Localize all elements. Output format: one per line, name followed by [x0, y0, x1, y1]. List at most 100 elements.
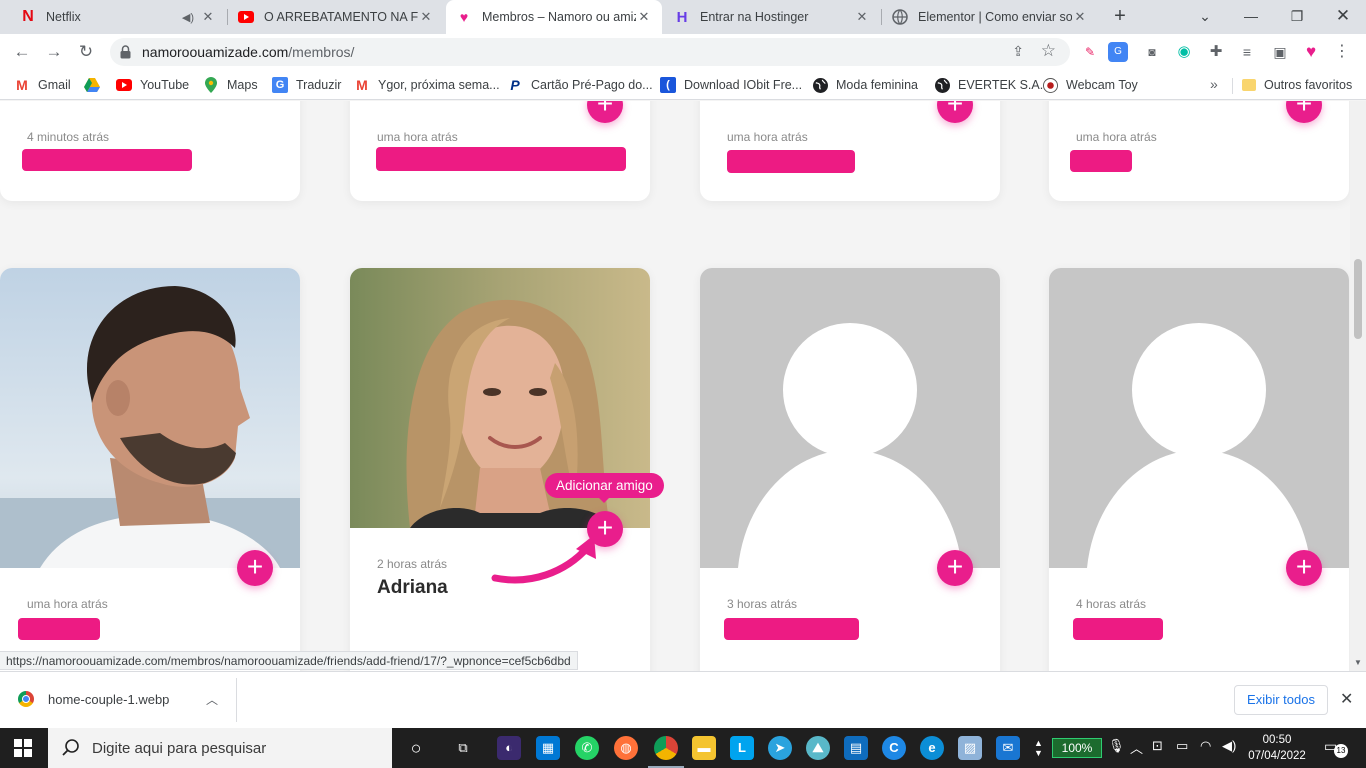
- minimize-button[interactable]: —: [1228, 0, 1274, 34]
- whatsapp-icon[interactable]: ✆: [575, 736, 599, 760]
- member-name-redacted[interactable]: [18, 618, 100, 640]
- bookmark-ygor[interactable]: M Ygor, próxima sema...: [354, 76, 499, 94]
- close-icon[interactable]: ✕: [636, 9, 652, 25]
- member-card[interactable]: + uma hora atrás: [350, 101, 650, 201]
- show-all-downloads-button[interactable]: Exibir todos: [1234, 685, 1328, 715]
- menu-kebab-icon[interactable]: ⋮: [1332, 42, 1352, 62]
- tab-hostinger[interactable]: H Entrar na Hostinger ✕: [664, 0, 880, 34]
- tab-netflix[interactable]: N Netflix ◀) ✕: [10, 0, 226, 34]
- member-card[interactable]: + 4 horas atrás: [1049, 268, 1349, 671]
- taskbar-clock[interactable]: 00:50 07/04/2022: [1240, 732, 1314, 764]
- member-card[interactable]: 4 minutos atrás: [0, 101, 300, 201]
- notification-center-icon[interactable]: ▭ 13: [1324, 738, 1348, 758]
- member-photo[interactable]: [0, 268, 300, 568]
- add-friend-plus-icon[interactable]: +: [237, 550, 273, 586]
- add-friend-plus-icon[interactable]: +: [587, 101, 623, 123]
- member-name-redacted[interactable]: [727, 150, 855, 173]
- url-text[interactable]: namoroouamizade.com/membros/: [142, 44, 354, 60]
- member-name-redacted[interactable]: [1073, 618, 1163, 640]
- l-app-icon[interactable]: L: [730, 736, 754, 760]
- game-app-icon[interactable]: ◐: [497, 736, 521, 760]
- tab-membros[interactable]: ♥ Membros – Namoro ou amiz ✕: [446, 0, 662, 34]
- download-item[interactable]: home-couple-1.webp: [18, 691, 169, 707]
- back-button[interactable]: ←: [10, 40, 34, 64]
- bookmark-cartao[interactable]: P Cartão Pré-Pago do...: [507, 76, 652, 94]
- wifi-icon[interactable]: ◠: [1200, 738, 1211, 754]
- add-friend-plus-icon[interactable]: +: [937, 550, 973, 586]
- more-bookmarks-chevron-icon[interactable]: »: [1210, 76, 1218, 92]
- firefox-icon[interactable]: ◍: [614, 736, 638, 760]
- profile-heart-icon[interactable]: ♥: [1301, 42, 1321, 62]
- mail-icon[interactable]: ✉: [996, 736, 1020, 760]
- google-translate-extension-icon[interactable]: G: [1108, 42, 1128, 62]
- image-app-icon[interactable]: ▨: [958, 736, 982, 760]
- file-explorer-icon[interactable]: ▬: [692, 736, 716, 760]
- chrome-taskbar-icon[interactable]: [654, 736, 678, 760]
- volume-icon[interactable]: ◀): [1222, 738, 1236, 754]
- member-name-redacted[interactable]: [724, 618, 859, 640]
- camera-tray-icon[interactable]: ⊡: [1152, 738, 1163, 754]
- member-name-redacted[interactable]: [1070, 150, 1132, 172]
- member-card[interactable]: Adicionar amigo + 2 horas atrás Adriana: [350, 268, 664, 671]
- extension-pen-icon[interactable]: ✎: [1080, 42, 1100, 62]
- camera-extension-icon[interactable]: ◙: [1142, 42, 1162, 62]
- battery-percentage[interactable]: 100%: [1052, 738, 1102, 758]
- bookmark-moda[interactable]: Moda feminina: [812, 76, 918, 94]
- cortana-icon[interactable]: ○: [404, 736, 428, 760]
- member-card[interactable]: + uma hora atrás: [1049, 101, 1349, 201]
- tab-youtube[interactable]: O ARREBATAMENTO NA FEST ✕: [228, 0, 444, 34]
- bookmark-gmail[interactable]: M Gmail: [14, 76, 71, 94]
- forward-button[interactable]: →: [42, 40, 66, 64]
- cortex-icon[interactable]: C: [882, 736, 906, 760]
- lock-icon[interactable]: [120, 45, 131, 59]
- member-name-redacted[interactable]: [22, 149, 192, 171]
- member-card[interactable]: + uma hora atrás: [700, 101, 1000, 201]
- grammarly-extension-icon[interactable]: ◉: [1174, 42, 1194, 62]
- default-avatar-icon[interactable]: [700, 268, 1000, 568]
- bookmark-drive[interactable]: [84, 76, 108, 94]
- member-card[interactable]: + 3 horas atrás: [700, 268, 1000, 671]
- microphone-icon[interactable]: 🎙: [1108, 738, 1125, 754]
- bookmark-star-icon[interactable]: ☆: [1041, 41, 1056, 61]
- extensions-puzzle-icon[interactable]: ✚: [1206, 42, 1226, 62]
- bookmark-maps[interactable]: Maps: [203, 76, 258, 94]
- page-scrollbar[interactable]: ▼: [1350, 101, 1366, 671]
- tab-elementor[interactable]: Elementor | Como enviar soli ✕: [882, 0, 1098, 34]
- store-icon[interactable]: ▦: [536, 736, 560, 760]
- close-window-button[interactable]: ✕: [1320, 0, 1366, 34]
- add-friend-plus-icon[interactable]: +: [1286, 550, 1322, 586]
- close-icon[interactable]: ✕: [1340, 689, 1353, 709]
- chevron-up-icon[interactable]: ︿: [206, 691, 218, 708]
- add-friend-plus-icon[interactable]: +: [1286, 101, 1322, 123]
- address-bar[interactable]: namoroouamizade.com/membros/ ⇪ ☆: [110, 38, 1070, 66]
- bookmark-traduzir[interactable]: G Traduzir: [272, 76, 341, 94]
- reading-list-icon[interactable]: ≡: [1237, 42, 1257, 62]
- tray-scroll-arrows-icon[interactable]: ▲ ▼: [1034, 738, 1043, 758]
- member-name-redacted[interactable]: [376, 147, 626, 171]
- tab-search-chevron-icon[interactable]: ⌄: [1182, 0, 1228, 34]
- scrollbar-thumb[interactable]: [1354, 259, 1362, 339]
- bookmark-iobit[interactable]: ( Download IObit Fre...: [660, 76, 802, 94]
- battery-icon[interactable]: ▭: [1176, 738, 1188, 754]
- close-icon[interactable]: ✕: [1072, 9, 1088, 25]
- close-icon[interactable]: ✕: [418, 9, 434, 25]
- telegram-icon[interactable]: ➤: [768, 736, 792, 760]
- add-friend-plus-icon[interactable]: +: [937, 101, 973, 123]
- close-icon[interactable]: ✕: [200, 9, 216, 25]
- windows-start-icon[interactable]: [14, 739, 32, 757]
- taskbar-search-box[interactable]: Digite aqui para pesquisar: [48, 728, 392, 768]
- bookmark-webcam-toy[interactable]: Webcam Toy: [1042, 76, 1138, 94]
- scroll-down-arrow-icon[interactable]: ▼: [1354, 658, 1362, 667]
- edge-icon[interactable]: e: [920, 736, 944, 760]
- share-icon[interactable]: ⇪: [1012, 43, 1024, 60]
- speaker-icon[interactable]: ◀): [182, 11, 194, 24]
- bookmark-other-folder[interactable]: Outros favoritos: [1242, 76, 1352, 94]
- task-view-icon[interactable]: ⧉: [451, 736, 475, 760]
- member-name[interactable]: Adriana: [377, 577, 448, 599]
- default-avatar-icon[interactable]: [1049, 268, 1349, 568]
- new-tab-button[interactable]: +: [1108, 4, 1132, 28]
- close-icon[interactable]: ✕: [854, 9, 870, 25]
- restore-button[interactable]: ❐: [1274, 0, 1320, 34]
- reload-button[interactable]: ↻: [74, 40, 98, 64]
- side-panel-icon[interactable]: ▣: [1270, 42, 1290, 62]
